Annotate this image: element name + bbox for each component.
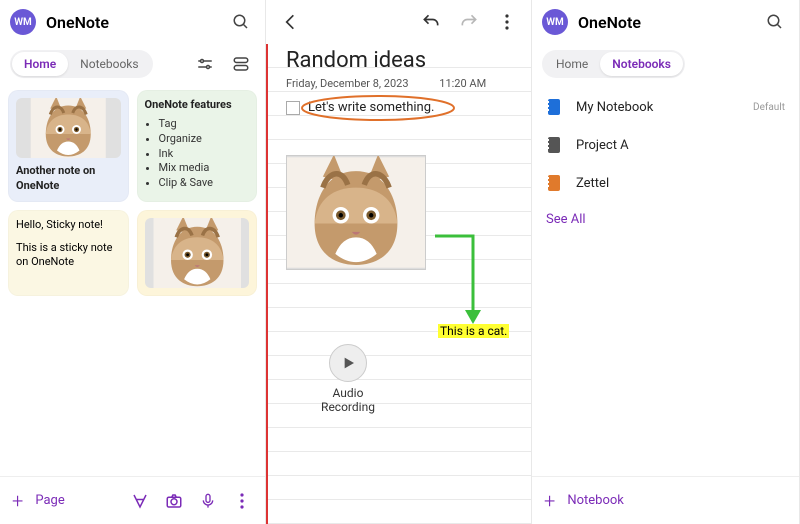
back-icon[interactable] [276, 8, 304, 36]
notebook-icon [546, 174, 564, 192]
tab-home[interactable]: Home [544, 52, 600, 76]
more-icon[interactable] [493, 8, 521, 36]
plus-icon[interactable]: + [544, 489, 555, 513]
notebook-name: My Notebook [576, 100, 653, 115]
note-date: Friday, December 8, 2023 [286, 77, 409, 90]
bottom-bar: + Page [0, 476, 265, 524]
note-thumbnail [16, 98, 121, 158]
pen-icon[interactable] [129, 492, 151, 510]
see-all-link[interactable]: See All [532, 202, 799, 237]
play-icon[interactable] [329, 344, 367, 382]
more-icon[interactable] [231, 493, 253, 509]
view-toggle-icon[interactable] [227, 50, 255, 78]
notebook-name: Project A [576, 138, 629, 153]
notebook-list: My Notebook Default Project A Zettel See… [532, 84, 799, 476]
header: WM OneNote [0, 0, 265, 44]
todo-item[interactable]: Let's write something. [286, 100, 521, 115]
list-item: Clip & Save [159, 176, 250, 191]
bottom-bar: + Notebook [532, 476, 799, 524]
list-item: Organize [159, 132, 250, 147]
notebook-item[interactable]: Zettel [532, 164, 799, 202]
note-meta: Friday, December 8, 2023 11:20 AM [286, 77, 521, 90]
new-notebook-button[interactable]: Notebook [567, 493, 624, 508]
sticky-line: This is a sticky note on OneNote [16, 241, 121, 271]
tab-segment: Home Notebooks [10, 50, 153, 78]
todo-text: Let's write something. [308, 100, 434, 115]
camera-icon[interactable] [163, 492, 185, 510]
note-title: OneNote features [145, 98, 250, 113]
note-time: 11:20 AM [439, 77, 486, 90]
notebook-icon [546, 136, 564, 154]
avatar[interactable]: WM [542, 9, 568, 35]
note-card[interactable] [137, 210, 258, 296]
search-icon[interactable] [761, 8, 789, 36]
list-item: Mix media [159, 161, 250, 176]
mic-icon[interactable] [197, 492, 219, 510]
note-title[interactable]: Random ideas [286, 48, 521, 73]
tabs-row: Home Notebooks [532, 44, 799, 84]
header: WM OneNote [532, 0, 799, 44]
feature-list: Tag Organize Ink Mix media Clip & Save [159, 117, 250, 191]
filter-icon[interactable] [191, 50, 219, 78]
notebook-name: Zettel [576, 176, 609, 191]
ink-arrow [433, 234, 503, 334]
search-icon[interactable] [227, 8, 255, 36]
plus-icon[interactable]: + [12, 489, 23, 513]
tab-segment: Home Notebooks [542, 50, 685, 78]
note-image[interactable] [286, 155, 426, 270]
note-toolbar [266, 0, 531, 44]
note-card[interactable]: Another note on OneNote [8, 90, 129, 202]
sticky-line: Hello, Sticky note! [16, 218, 121, 233]
undo-icon[interactable] [417, 8, 445, 36]
app-title: OneNote [46, 13, 109, 32]
panel-notebooks: WM OneNote Home Notebooks My Notebook De… [532, 0, 800, 524]
default-badge: Default [753, 102, 785, 113]
tab-notebooks[interactable]: Notebooks [600, 52, 683, 76]
sticky-note-card[interactable]: Hello, Sticky note! This is a sticky not… [8, 210, 129, 296]
tabs-row: Home Notebooks [0, 44, 265, 84]
note-thumbnail [145, 218, 250, 288]
app-title: OneNote [578, 13, 641, 32]
avatar[interactable]: WM [10, 9, 36, 35]
list-item: Ink [159, 147, 250, 162]
new-page-button[interactable]: Page [35, 493, 64, 508]
notebook-item[interactable]: Project A [532, 126, 799, 164]
panel-note: Random ideas Friday, December 8, 2023 11… [266, 0, 532, 524]
notebook-icon [546, 98, 564, 116]
redo-icon[interactable] [455, 8, 483, 36]
tab-notebooks[interactable]: Notebooks [68, 52, 150, 76]
panel-home: WM OneNote Home Notebooks Another note o… [0, 0, 266, 524]
note-canvas[interactable]: Random ideas Friday, December 8, 2023 11… [266, 44, 531, 524]
note-title: Another note on OneNote [16, 164, 121, 194]
tab-home[interactable]: Home [12, 52, 68, 76]
notebook-item[interactable]: My Notebook Default [532, 88, 799, 126]
notes-grid: Another note on OneNote OneNote features… [0, 84, 265, 476]
note-card[interactable]: OneNote features Tag Organize Ink Mix me… [137, 90, 258, 202]
image-caption[interactable]: This is a cat. [438, 324, 509, 338]
audio-attachment[interactable]: Audio Recording [313, 344, 383, 414]
audio-label: Audio Recording [313, 386, 383, 414]
list-item: Tag [159, 117, 250, 132]
